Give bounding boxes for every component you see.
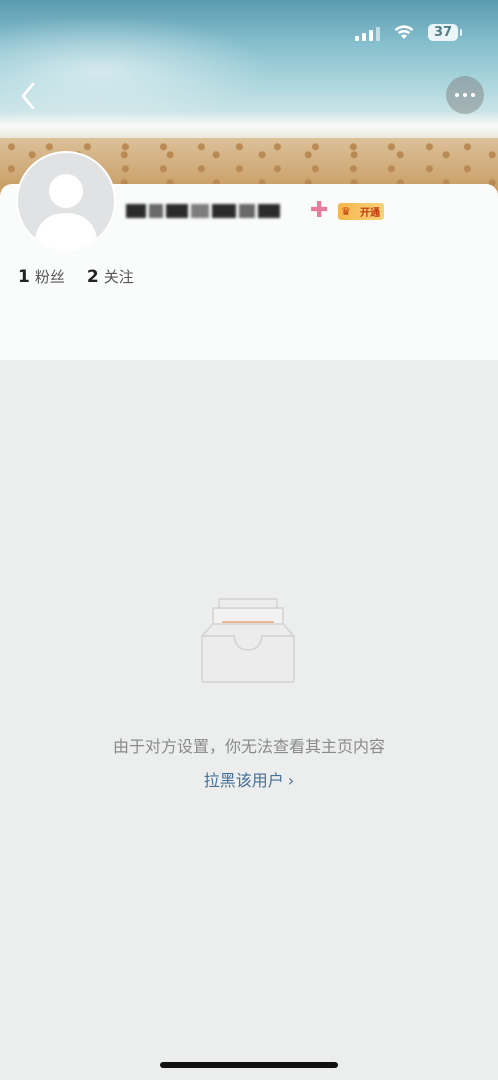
signal-icon	[355, 25, 380, 41]
vip-badge-label: 开通	[360, 208, 380, 219]
followers-label: 粉丝	[34, 268, 65, 286]
battery-icon: 37	[428, 24, 462, 41]
inbox-tray-icon	[198, 596, 300, 690]
avatar[interactable]	[16, 151, 116, 251]
battery-level: 37	[433, 25, 453, 40]
followers-count: 1	[18, 267, 30, 287]
chevron-right-icon: ›	[287, 771, 295, 790]
wifi-icon	[394, 25, 414, 40]
following-stat[interactable]: 2 关注	[87, 266, 134, 287]
block-user-label: 拉黑该用户	[203, 771, 284, 790]
status-bar: 37	[355, 24, 462, 41]
vip-plus-icon: ✚	[310, 198, 329, 223]
home-indicator[interactable]	[160, 1062, 338, 1068]
more-options-button[interactable]	[446, 76, 484, 114]
more-dots-icon	[455, 93, 459, 97]
default-avatar-icon	[34, 174, 98, 249]
username-obscured	[126, 200, 306, 222]
block-user-link[interactable]: 拉黑该用户 ›	[0, 767, 498, 791]
following-count: 2	[86, 267, 99, 287]
chevron-left-icon	[21, 82, 35, 110]
profile-stats: 1 粉丝 2 关注	[18, 266, 134, 287]
back-button[interactable]	[10, 78, 46, 114]
followers-stat[interactable]: 1 粉丝	[18, 266, 65, 287]
crown-icon: ♛	[341, 205, 351, 218]
vip-open-badge[interactable]: ♛ 开通	[338, 203, 384, 220]
following-label: 关注	[103, 268, 134, 286]
restricted-profile-message: 由于对方设置，你无法查看其主页内容	[112, 737, 385, 756]
cover-wave	[0, 112, 498, 140]
